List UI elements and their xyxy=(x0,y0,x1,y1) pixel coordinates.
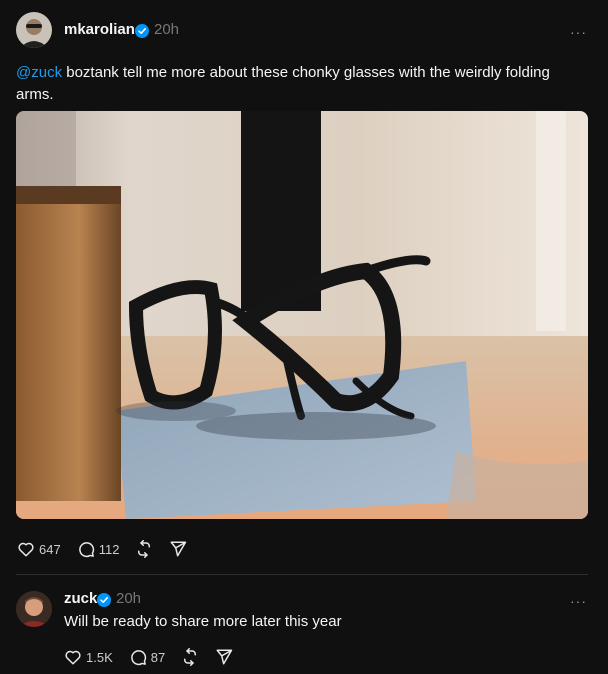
reply-author-username[interactable]: zuck xyxy=(64,590,97,607)
post-text-content: boztank tell me more about these chonky … xyxy=(16,64,550,103)
like-button[interactable]: 1.5K xyxy=(64,648,113,666)
reply-button[interactable]: 112 xyxy=(77,540,120,558)
reply-more-options-button[interactable]: ··· xyxy=(570,594,587,608)
share-button[interactable] xyxy=(169,540,187,558)
like-count: 1.5K xyxy=(86,649,113,665)
comment-icon xyxy=(78,542,94,558)
post-image[interactable] xyxy=(16,111,588,519)
post-timestamp: 20h xyxy=(154,21,180,38)
verified-badge-icon xyxy=(97,593,111,607)
post-author-username[interactable]: mkarolian xyxy=(64,21,135,38)
reply-count: 112 xyxy=(98,541,120,557)
reply-button[interactable]: 87 xyxy=(129,648,165,666)
like-button[interactable]: 647 xyxy=(17,540,61,558)
repost-button[interactable] xyxy=(135,540,153,558)
heart-icon xyxy=(18,542,34,557)
reply-actions: 1.5K 87 xyxy=(64,647,249,667)
reply-author-avatar[interactable] xyxy=(16,591,52,627)
post-actions: 647 112 xyxy=(17,539,203,559)
verified-badge-icon xyxy=(135,24,149,38)
divider xyxy=(16,574,588,575)
repost-icon xyxy=(184,648,197,666)
reply-count: 87 xyxy=(150,649,166,665)
heart-icon xyxy=(65,650,81,665)
repost-icon xyxy=(138,540,151,558)
mention-link[interactable]: @zuck xyxy=(16,64,62,81)
like-count: 647 xyxy=(39,541,61,557)
share-icon xyxy=(170,541,187,557)
repost-button[interactable] xyxy=(181,648,199,666)
share-button[interactable] xyxy=(215,648,233,666)
share-icon xyxy=(216,649,233,665)
post-more-options-button[interactable]: ··· xyxy=(570,25,587,39)
post-author-avatar[interactable] xyxy=(16,12,52,48)
glasses-photo xyxy=(16,111,588,519)
comment-icon xyxy=(130,650,146,666)
reply-timestamp: 20h xyxy=(116,590,142,607)
post-text: @zuck boztank tell me more about these c… xyxy=(16,62,576,106)
reply-text: Will be ready to share more later this y… xyxy=(64,613,342,630)
